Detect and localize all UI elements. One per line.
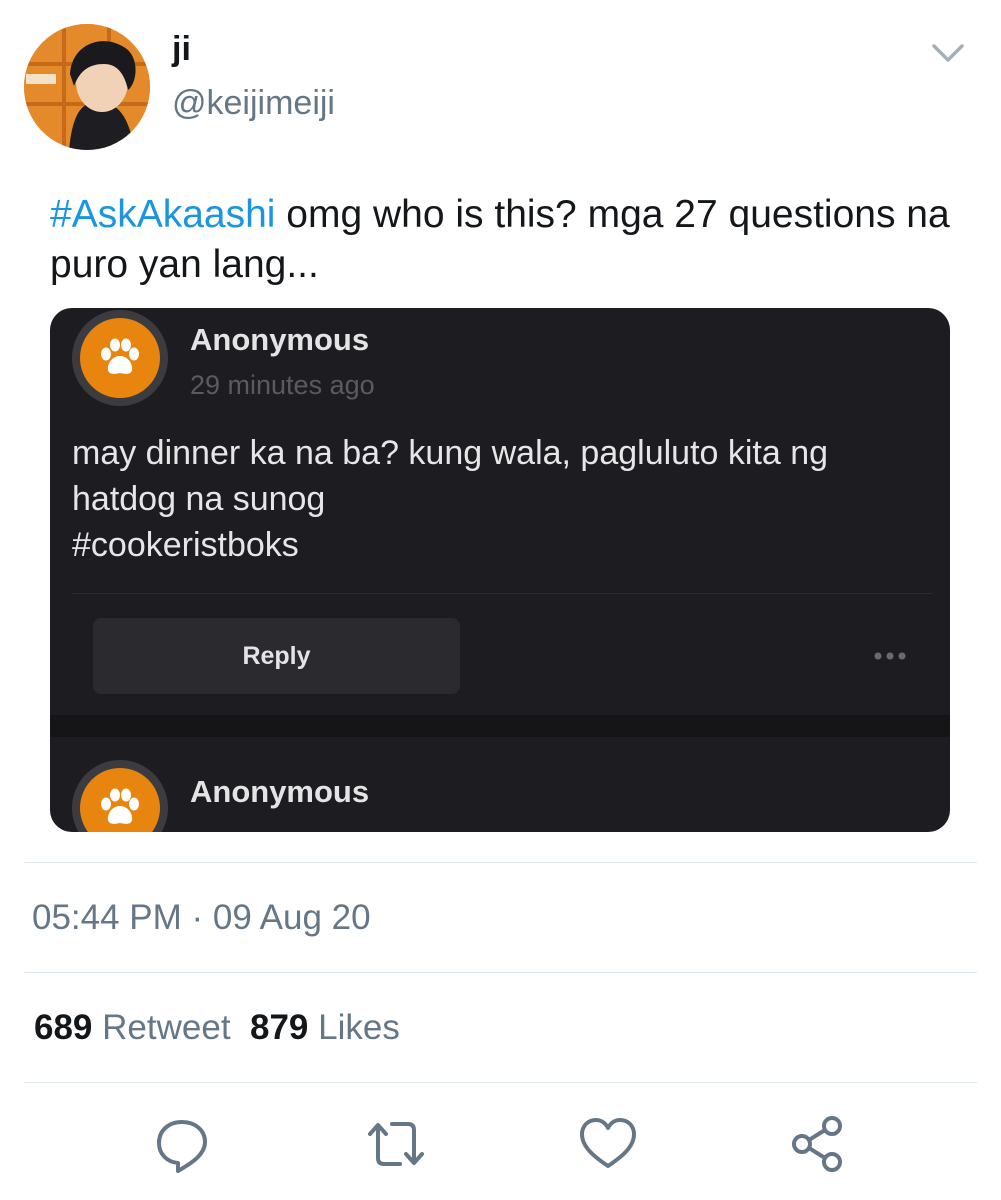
anonymous-avatar <box>72 760 168 832</box>
chevron-down-icon[interactable] <box>928 36 968 72</box>
divider <box>72 593 932 594</box>
hashtag-link[interactable]: #AskAkaashi <box>50 193 275 236</box>
more-dots-icon[interactable] <box>872 648 912 664</box>
like-label: Likes <box>318 1008 400 1047</box>
question-time: 29 minutes ago <box>190 370 375 400</box>
divider <box>24 862 977 863</box>
tweet-header: ji @keijimeiji <box>0 0 1001 165</box>
share-icon[interactable] <box>786 1112 850 1176</box>
reply-icon[interactable] <box>150 1112 214 1176</box>
display-name[interactable]: ji <box>172 30 191 69</box>
sender-name: Anonymous <box>190 322 370 357</box>
paw-icon <box>101 338 139 374</box>
retweet-count: 689 <box>34 1008 93 1047</box>
divider <box>50 715 950 737</box>
divider <box>24 1082 977 1083</box>
user-avatar[interactable] <box>24 24 150 150</box>
question-line: hatdog na sunog <box>72 480 326 518</box>
paw-icon <box>101 788 139 824</box>
question-text: may dinner ka na ba? kung wala, paglulut… <box>72 430 932 568</box>
question-hashtag: #cookeristboks <box>72 526 299 564</box>
retweet-label: Retweet <box>102 1008 231 1047</box>
divider <box>24 972 977 973</box>
sender-name: Anonymous <box>190 774 370 809</box>
user-handle[interactable]: @keijimeiji <box>172 84 335 123</box>
retweet-stat[interactable]: 689 Retweet <box>34 1008 231 1047</box>
like-icon[interactable] <box>576 1112 640 1176</box>
anonymous-avatar <box>72 310 168 406</box>
like-count: 879 <box>250 1008 309 1047</box>
like-stat[interactable]: 879 Likes <box>250 1008 400 1047</box>
retweet-icon[interactable] <box>364 1112 428 1176</box>
engagement-stats: 689 Retweet 879 Likes <box>34 1008 400 1048</box>
question-line: may dinner ka na ba? kung wala, paglulut… <box>72 434 829 472</box>
reply-button[interactable]: Reply <box>93 618 460 694</box>
attached-image[interactable]: Anonymous 29 minutes ago may dinner ka n… <box>50 308 950 832</box>
tweet-timestamp[interactable]: 05:44 PM · 09 Aug 20 <box>32 898 371 938</box>
tweet-text: #AskAkaashi omg who is this? mga 27 ques… <box>50 190 950 290</box>
